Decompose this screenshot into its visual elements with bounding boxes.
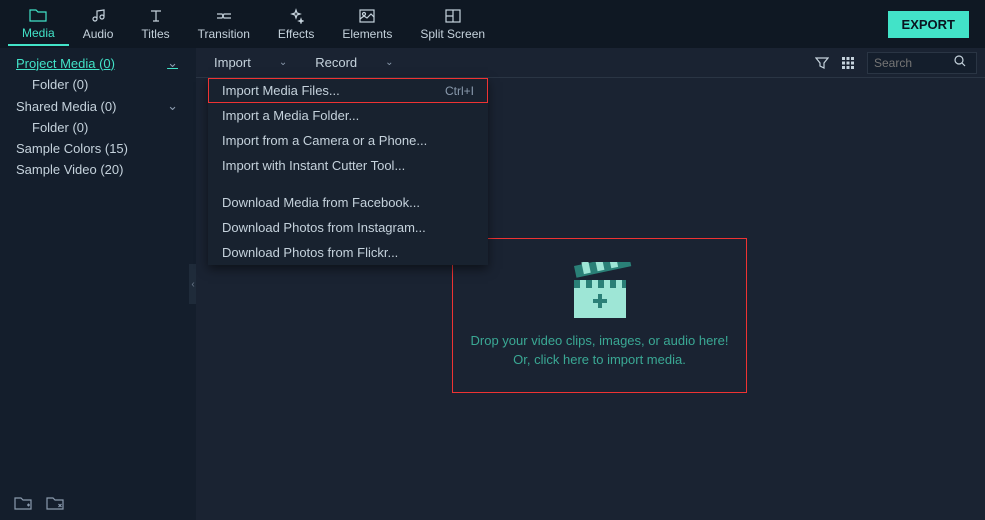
- search-box[interactable]: [867, 52, 977, 74]
- tree-item-sample-video[interactable]: Sample Video (20): [0, 159, 196, 180]
- folder-icon: [29, 6, 47, 24]
- content-toolbar: Import ⌄ Record ⌄: [196, 48, 985, 78]
- chevron-down-icon: ⌄: [385, 57, 393, 68]
- menu-label: Import from a Camera or a Phone...: [222, 133, 427, 148]
- drop-zone-line2: Or, click here to import media.: [471, 351, 729, 369]
- tree-label: Folder (0): [32, 77, 88, 92]
- delete-folder-icon[interactable]: [46, 496, 64, 510]
- tab-label: Elements: [342, 27, 392, 41]
- text-icon: [148, 7, 164, 25]
- menu-download-instagram[interactable]: Download Photos from Instagram...: [208, 215, 488, 240]
- menu-import-instant-cutter[interactable]: Import with Instant Cutter Tool...: [208, 153, 488, 178]
- menu-import-camera-phone[interactable]: Import from a Camera or a Phone...: [208, 128, 488, 153]
- tree-label: Shared Media (0): [16, 99, 116, 114]
- tree-label: Sample Colors (15): [16, 141, 128, 156]
- clapperboard-icon: [564, 262, 636, 322]
- tree-item-shared-media[interactable]: Shared Media (0) ⌄: [0, 95, 196, 117]
- tree-label: Sample Video (20): [16, 162, 123, 177]
- tab-label: Media: [22, 26, 55, 40]
- dropdown-label: Record: [315, 55, 357, 70]
- content-panel: Import ⌄ Record ⌄: [196, 48, 985, 520]
- image-icon: [359, 7, 375, 25]
- tree-label: Folder (0): [32, 120, 88, 135]
- menu-download-flickr[interactable]: Download Photos from Flickr...: [208, 240, 488, 265]
- chevron-down-icon[interactable]: ⌄: [167, 98, 188, 114]
- tree-item-sample-colors[interactable]: Sample Colors (15): [0, 138, 196, 159]
- sidebar-footer: [0, 486, 196, 520]
- search-input[interactable]: [874, 56, 954, 70]
- drop-zone-text: Drop your video clips, images, or audio …: [471, 332, 729, 368]
- new-folder-icon[interactable]: [14, 496, 32, 510]
- grid-view-icon[interactable]: [841, 56, 855, 70]
- tab-split-screen[interactable]: Split Screen: [406, 3, 499, 45]
- tree-item-project-media[interactable]: Project Media (0) ⌄: [0, 52, 196, 74]
- search-icon[interactable]: [954, 55, 966, 70]
- top-tabs: Media Audio Titles Transition Effects El…: [0, 0, 985, 48]
- transition-icon: [215, 7, 233, 25]
- drop-zone-line1: Drop your video clips, images, or audio …: [471, 332, 729, 350]
- tab-label: Transition: [198, 27, 250, 41]
- main-area: Project Media (0) ⌄ Folder (0) Shared Me…: [0, 48, 985, 520]
- menu-separator: [208, 178, 488, 190]
- menu-label: Download Photos from Instagram...: [222, 220, 426, 235]
- tree-item-folder[interactable]: Folder (0): [0, 117, 196, 138]
- split-screen-icon: [445, 7, 461, 25]
- music-note-icon: [90, 7, 106, 25]
- tab-label: Split Screen: [420, 27, 485, 41]
- menu-label: Import with Instant Cutter Tool...: [222, 158, 405, 173]
- menu-shortcut: Ctrl+I: [445, 84, 474, 98]
- menu-import-media-files[interactable]: Import Media Files... Ctrl+I: [208, 78, 488, 103]
- tab-transition[interactable]: Transition: [184, 3, 264, 45]
- dropdown-label: Import: [214, 55, 251, 70]
- menu-label: Import Media Files...: [222, 83, 340, 98]
- menu-label: Import a Media Folder...: [222, 108, 359, 123]
- filter-icon[interactable]: [815, 56, 829, 70]
- tab-label: Effects: [278, 27, 314, 41]
- chevron-down-icon: ⌄: [279, 57, 287, 68]
- tab-titles[interactable]: Titles: [127, 3, 183, 45]
- tab-elements[interactable]: Elements: [328, 3, 406, 45]
- menu-label: Download Photos from Flickr...: [222, 245, 398, 260]
- tree-item-folder[interactable]: Folder (0): [0, 74, 196, 95]
- chevron-down-icon[interactable]: ⌄: [167, 55, 188, 71]
- menu-label: Download Media from Facebook...: [222, 195, 420, 210]
- tree-label: Project Media (0): [16, 56, 115, 71]
- import-dropdown[interactable]: Import ⌄: [204, 52, 297, 73]
- record-dropdown[interactable]: Record ⌄: [305, 52, 403, 73]
- media-tree: Project Media (0) ⌄ Folder (0) Shared Me…: [0, 48, 196, 486]
- drop-zone[interactable]: Drop your video clips, images, or audio …: [452, 238, 747, 393]
- sidebar: Project Media (0) ⌄ Folder (0) Shared Me…: [0, 48, 196, 520]
- menu-import-media-folder[interactable]: Import a Media Folder...: [208, 103, 488, 128]
- sparkle-icon: [288, 7, 304, 25]
- menu-download-facebook[interactable]: Download Media from Facebook...: [208, 190, 488, 215]
- tab-effects[interactable]: Effects: [264, 3, 328, 45]
- tab-label: Audio: [83, 27, 114, 41]
- tab-media[interactable]: Media: [8, 2, 69, 46]
- import-menu: Import Media Files... Ctrl+I Import a Me…: [208, 78, 488, 265]
- export-button[interactable]: EXPORT: [888, 11, 969, 38]
- tab-label: Titles: [141, 27, 169, 41]
- tab-audio[interactable]: Audio: [69, 3, 128, 45]
